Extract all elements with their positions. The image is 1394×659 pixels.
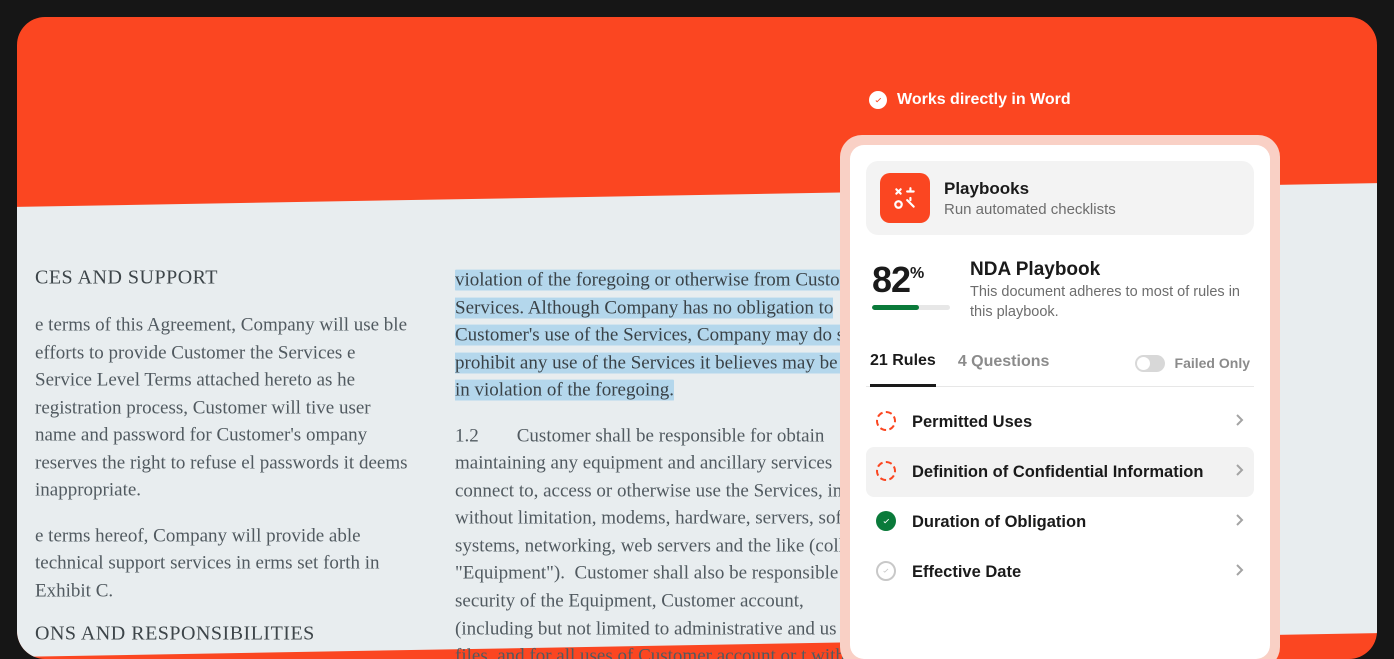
- status-neutral-icon: [876, 561, 898, 583]
- doc-paragraph: e terms of this Agreement, Company will …: [35, 312, 415, 505]
- score-progress-fill: [872, 305, 919, 310]
- doc-paragraph: e terms hereof, Company will provide abl…: [35, 522, 415, 605]
- chevron-right-icon: [1236, 413, 1244, 431]
- check-icon: [869, 91, 887, 109]
- tab-rules[interactable]: 21 Rules: [870, 340, 936, 387]
- card-title: Playbooks: [944, 179, 1116, 199]
- doc-paragraph: 1.2 Customer shall be responsible for ob…: [455, 422, 875, 659]
- playbooks-header-card[interactable]: Playbooks Run automated checklists: [866, 161, 1254, 235]
- rule-label: Effective Date: [912, 563, 1222, 582]
- status-partial-icon: [876, 411, 898, 433]
- doc-highlighted-text[interactable]: violation of the foregoing or otherwise …: [455, 267, 875, 405]
- score-progress-track: [872, 305, 950, 310]
- rule-label: Duration of Obligation: [912, 513, 1222, 532]
- rule-item[interactable]: Permitted Uses: [866, 397, 1254, 447]
- playbook-desc: This document adheres to most of rules i…: [970, 283, 1248, 322]
- rule-item[interactable]: Effective Date: [866, 547, 1254, 597]
- failed-only-label: Failed Only: [1175, 355, 1250, 371]
- playbook-panel: Playbooks Run automated checklists 82% N…: [840, 135, 1280, 659]
- doc-heading-2: ONS AND RESPONSIBILITIES: [35, 623, 415, 646]
- chevron-right-icon: [1236, 463, 1244, 481]
- chevron-right-icon: [1236, 513, 1244, 531]
- playbooks-icon: [880, 173, 930, 223]
- works-in-word-banner: Works directly in Word: [869, 91, 1071, 109]
- score-unit: %: [910, 265, 924, 282]
- tabs: 21 Rules 4 Questions Failed Only: [866, 340, 1254, 387]
- rules-list: Permitted Uses Definition of Confidential…: [866, 397, 1254, 597]
- tab-questions[interactable]: 4 Questions: [958, 341, 1050, 385]
- doc-heading-1: CES AND SUPPORT: [35, 267, 415, 290]
- score-section: 82% NDA Playbook This document adheres t…: [866, 235, 1254, 340]
- failed-only-toggle[interactable]: [1135, 355, 1165, 372]
- app-frame: CES AND SUPPORT e terms of this Agreemen…: [17, 17, 1377, 659]
- card-subtitle: Run automated checklists: [944, 201, 1116, 218]
- rule-item[interactable]: Definition of Confidential Information: [866, 447, 1254, 497]
- chevron-right-icon: [1236, 563, 1244, 581]
- rule-label: Definition of Confidential Information: [912, 463, 1222, 482]
- rule-item[interactable]: Duration of Obligation: [866, 497, 1254, 547]
- score-value: 82: [872, 259, 910, 300]
- rule-label: Permitted Uses: [912, 413, 1222, 432]
- playbook-name: NDA Playbook: [970, 259, 1248, 281]
- banner-text: Works directly in Word: [897, 91, 1071, 109]
- status-pass-icon: [876, 511, 898, 533]
- status-partial-icon: [876, 461, 898, 483]
